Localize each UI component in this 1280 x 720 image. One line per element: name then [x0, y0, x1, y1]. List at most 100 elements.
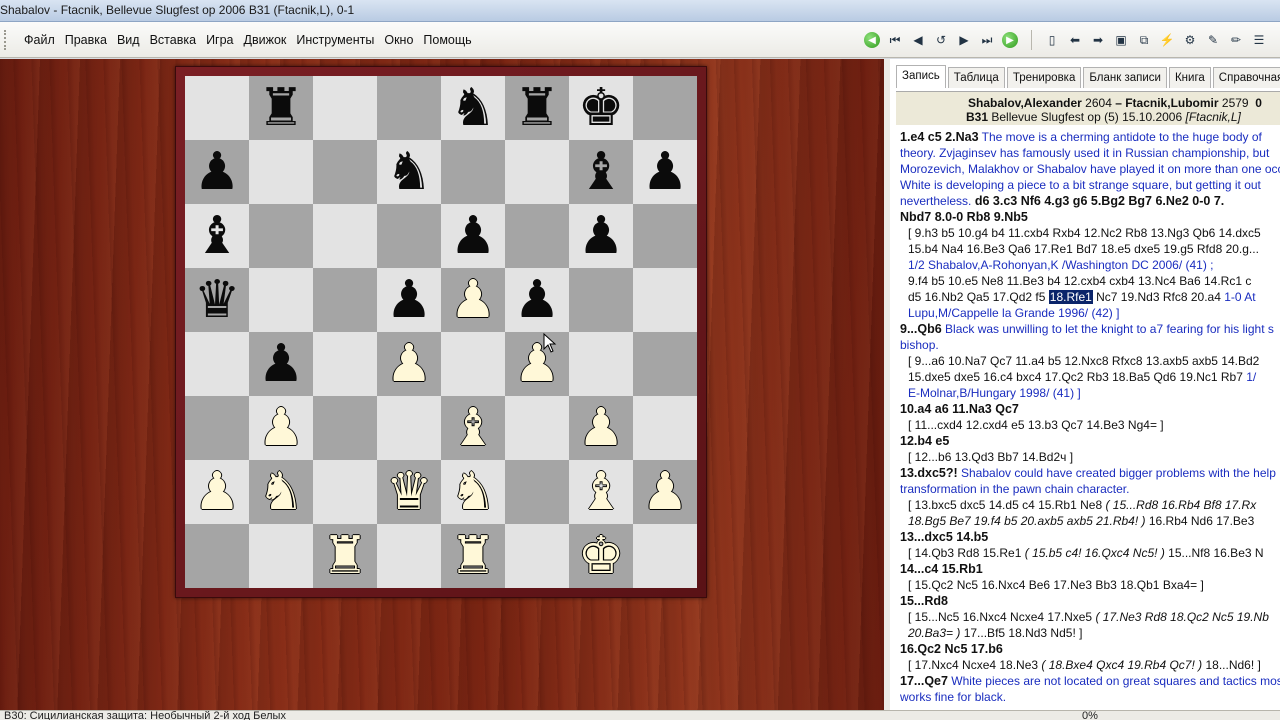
square-f8[interactable]: ♜	[505, 76, 569, 140]
notation-text[interactable]: 1.e4 c5 2.Na3 The move is a cherming ant…	[900, 129, 1280, 709]
square-c1[interactable]: ♜	[313, 524, 377, 588]
move-text[interactable]: Nbd7 8.0-0 Rb8 9.Nb5	[900, 209, 1280, 225]
tab-training[interactable]: Тренировка	[1006, 67, 1082, 88]
square-b5[interactable]	[249, 268, 313, 332]
forward-green-icon[interactable]: ▶	[1000, 30, 1020, 50]
variation-text[interactable]: d5 16.Nb2 Qa5 17.Qd2 f5	[908, 290, 1049, 304]
square-c2[interactable]	[313, 460, 377, 524]
square-h7[interactable]: ♟	[633, 140, 697, 204]
square-f1[interactable]	[505, 524, 569, 588]
square-g5[interactable]	[569, 268, 633, 332]
menu-game[interactable]: Игра	[206, 33, 233, 47]
back-green-icon[interactable]: ◀	[862, 30, 882, 50]
tab-table[interactable]: Таблица	[947, 67, 1005, 88]
tab-reference[interactable]: Справочная	[1212, 67, 1280, 88]
square-b4[interactable]: ♟	[249, 332, 313, 396]
black-pawn-icon[interactable]: ♟	[450, 210, 497, 262]
square-d5[interactable]: ♟	[377, 268, 441, 332]
square-c3[interactable]	[313, 396, 377, 460]
square-f2[interactable]	[505, 460, 569, 524]
variation-text[interactable]: 17...Bf5 18.Nd3 Nd5! ]	[960, 626, 1083, 640]
square-e1[interactable]: ♜	[441, 524, 505, 588]
square-a4[interactable]	[185, 332, 249, 396]
square-h4[interactable]	[633, 332, 697, 396]
variation-text[interactable]: 15.b4 Na4 16.Be3 Qa6 17.Re1 Bd7 18.e5 dx…	[900, 241, 1280, 257]
square-c4[interactable]	[313, 332, 377, 396]
variation-text[interactable]: [ 12...b6 13.Qd3 Bb7 14.Bd2ч ]	[900, 449, 1280, 465]
variation-text[interactable]: [ 9...a6 10.Na7 Qc7 11.a4 b5 12.Nxc8 Rfx…	[900, 353, 1280, 369]
menu-edit[interactable]: Правка	[65, 33, 107, 47]
move-text[interactable]: 10.a4 a6 11.Na3 Qc7	[900, 401, 1280, 417]
white-bishop-icon[interactable]: ♝	[578, 466, 625, 518]
square-d6[interactable]	[377, 204, 441, 268]
black-knight-icon[interactable]: ♞	[450, 82, 497, 134]
tab-book[interactable]: Книга	[1168, 67, 1211, 88]
black-pawn-icon[interactable]: ♟	[194, 146, 241, 198]
square-b1[interactable]	[249, 524, 313, 588]
square-a1[interactable]	[185, 524, 249, 588]
black-bishop-icon[interactable]: ♝	[194, 210, 241, 262]
subvariation-text[interactable]: 18.Bg5 Be7 19.f4 b5 20.axb5 axb5 21.Rb4!…	[908, 514, 1146, 528]
variation-text[interactable]: 9.f4 b5 10.e5 Ne8 11.Be3 b4 12.cxb4 cxb4…	[900, 273, 1280, 289]
variation-text[interactable]: [ 13.bxc5 dxc5 14.d5 c4 15.Rb1 Ne8	[908, 498, 1105, 512]
square-h5[interactable]	[633, 268, 697, 332]
black-queen-icon[interactable]: ♛	[194, 274, 241, 326]
black-pawn-icon[interactable]: ♟	[514, 274, 561, 326]
white-pawn-icon[interactable]: ♟	[386, 338, 433, 390]
square-a8[interactable]	[185, 76, 249, 140]
white-bishop-icon[interactable]: ♝	[450, 402, 497, 454]
variation-text[interactable]: 15...Nf8 16.Be3 N	[1165, 546, 1263, 560]
black-knight-icon[interactable]: ♞	[386, 146, 433, 198]
first-move-icon[interactable]: ⏮	[885, 30, 905, 50]
black-pawn-icon[interactable]: ♟	[258, 338, 305, 390]
menu-file[interactable]: Файл	[24, 33, 55, 47]
move-text[interactable]: 13...dxc5 14.b5	[900, 529, 1280, 545]
tab-scoresheet[interactable]: Бланк записи	[1083, 67, 1167, 88]
menu-insert[interactable]: Вставка	[150, 33, 196, 47]
square-g8[interactable]: ♚	[569, 76, 633, 140]
menu-view[interactable]: Вид	[117, 33, 140, 47]
move-text[interactable]: d6 3.c3 Nf6 4.g3 g6 5.Bg2 Bg7 6.Ne2 0-0 …	[971, 194, 1224, 208]
variation-text[interactable]: 15.dxe5 dxe5 16.c4 bxc4 17.Qc2 Rb3 18.Ba…	[908, 370, 1246, 384]
square-d2[interactable]: ♛	[377, 460, 441, 524]
square-e2[interactable]: ♞	[441, 460, 505, 524]
white-queen-icon[interactable]: ♛	[386, 466, 433, 518]
menu-tools[interactable]: Инструменты	[296, 33, 374, 47]
square-a3[interactable]	[185, 396, 249, 460]
square-a6[interactable]: ♝	[185, 204, 249, 268]
square-b6[interactable]	[249, 204, 313, 268]
square-h8[interactable]	[633, 76, 697, 140]
square-b2[interactable]: ♞	[249, 460, 313, 524]
prev-move-icon[interactable]: ◀	[908, 30, 928, 50]
white-king-icon[interactable]: ♚	[578, 530, 625, 582]
selected-move[interactable]: 18.Rfe1	[1048, 290, 1093, 304]
move-text[interactable]: 9...Qb6	[900, 322, 942, 336]
square-g7[interactable]: ♝	[569, 140, 633, 204]
variation-text[interactable]: [ 15...Nc5 16.Nxc4 Ncxe4 17.Nxe5	[908, 610, 1095, 624]
next-move-icon[interactable]: ▶	[954, 30, 974, 50]
settings-icon[interactable]: ⚙	[1180, 30, 1200, 50]
white-pawn-icon[interactable]: ♟	[578, 402, 625, 454]
move-text[interactable]: 16.Qc2 Nc5 17.b6	[900, 641, 1280, 657]
square-c7[interactable]	[313, 140, 377, 204]
move-text[interactable]: 1.e4 c5 2.Na3	[900, 130, 979, 144]
white-pawn-icon[interactable]: ♟	[258, 402, 305, 454]
square-e8[interactable]: ♞	[441, 76, 505, 140]
white-knight-icon[interactable]: ♞	[258, 466, 305, 518]
variation-text[interactable]: 16.Rb4 Nd6 17.Be3	[1146, 514, 1254, 528]
tab-notation[interactable]: Запись	[896, 65, 946, 88]
square-f3[interactable]	[505, 396, 569, 460]
square-b3[interactable]: ♟	[249, 396, 313, 460]
square-e6[interactable]: ♟	[441, 204, 505, 268]
white-rook-icon[interactable]: ♜	[322, 530, 369, 582]
variation-text[interactable]: [ 11...cxd4 12.cxd4 e5 13.b3 Qc7 14.Be3 …	[900, 417, 1280, 433]
square-h2[interactable]: ♟	[633, 460, 697, 524]
square-d3[interactable]	[377, 396, 441, 460]
square-e5[interactable]: ♟	[441, 268, 505, 332]
variation-text[interactable]: 18...Nd6! ]	[1202, 658, 1260, 672]
menu-window[interactable]: Окно	[384, 33, 413, 47]
square-h6[interactable]	[633, 204, 697, 268]
square-e7[interactable]	[441, 140, 505, 204]
square-d1[interactable]	[377, 524, 441, 588]
save-icon[interactable]: ▣	[1111, 30, 1131, 50]
